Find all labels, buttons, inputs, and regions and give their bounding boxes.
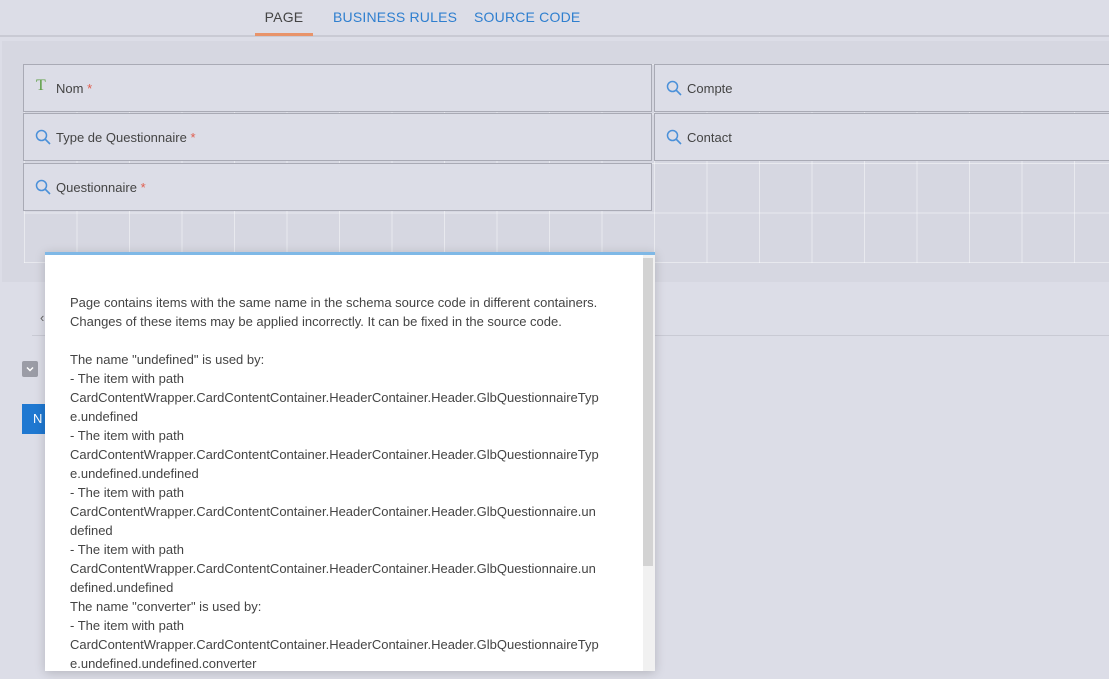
chevron-left-icon[interactable]: ‹ [40, 310, 44, 325]
tab-source-code[interactable]: SOURCE CODE [474, 0, 580, 36]
dialog-line: CardContentWrapper.CardContentContainer.… [70, 561, 596, 576]
search-icon [35, 179, 51, 195]
field-questionnaire[interactable]: Questionnaire * [23, 163, 652, 211]
search-icon [35, 129, 51, 145]
dialog-line: - The item with path [70, 618, 184, 633]
tab-business-rules[interactable]: BUSINESS RULES [333, 0, 457, 36]
field-compte[interactable]: Compte [654, 64, 1109, 112]
field-label: Type de Questionnaire * [56, 130, 196, 145]
dialog-line: e.undefined.undefined.converter [70, 656, 257, 671]
field-label: Nom * [56, 81, 93, 96]
dialog-line: CardContentWrapper.CardContentContainer.… [70, 447, 599, 462]
text-type-icon: T [36, 77, 46, 94]
dialog-line [70, 331, 630, 350]
dialog-line: CardContentWrapper.CardContentContainer.… [70, 390, 599, 405]
chevron-down-icon [26, 366, 34, 372]
dialog-line: - The item with path [70, 542, 184, 557]
search-icon [666, 80, 682, 96]
field-label: Contact [687, 130, 732, 145]
scrollbar-thumb[interactable] [643, 258, 653, 566]
dialog-line: The name "converter" is used by: [70, 599, 262, 614]
warning-dialog: Page contains items with the same name i… [45, 252, 655, 671]
dialog-line: defined [70, 523, 113, 538]
field-contact[interactable]: Contact [654, 113, 1109, 161]
field-label: Compte [687, 81, 733, 96]
tab-page[interactable]: PAGE [255, 0, 313, 36]
dialog-line: e.undefined.undefined [70, 466, 199, 481]
dialog-line: Changes of these items may be applied in… [70, 314, 562, 329]
dialog-scrollbar[interactable] [643, 255, 655, 671]
dialog-line: CardContentWrapper.CardContentContainer.… [70, 504, 596, 519]
dialog-line: - The item with path [70, 371, 184, 386]
field-nom[interactable]: T Nom * [23, 64, 652, 112]
dialog-line: CardContentWrapper.CardContentContainer.… [70, 637, 599, 652]
dialog-line: Page contains items with the same name i… [70, 295, 598, 310]
dialog-line: e.undefined [70, 409, 138, 424]
dialog-line: - The item with path [70, 485, 184, 500]
dialog-line: defined.undefined [70, 580, 174, 595]
checkbox[interactable] [22, 361, 38, 377]
dialog-message: Page contains items with the same name i… [70, 293, 630, 671]
dialog-line: - The item with path [70, 428, 184, 443]
field-type-questionnaire[interactable]: Type de Questionnaire * [23, 113, 652, 161]
designer-tab-bar: PAGE BUSINESS RULES SOURCE CODE [0, 0, 1109, 37]
field-label: Questionnaire * [56, 180, 146, 195]
search-icon [666, 129, 682, 145]
dialog-line: The name "undefined" is used by: [70, 352, 265, 367]
